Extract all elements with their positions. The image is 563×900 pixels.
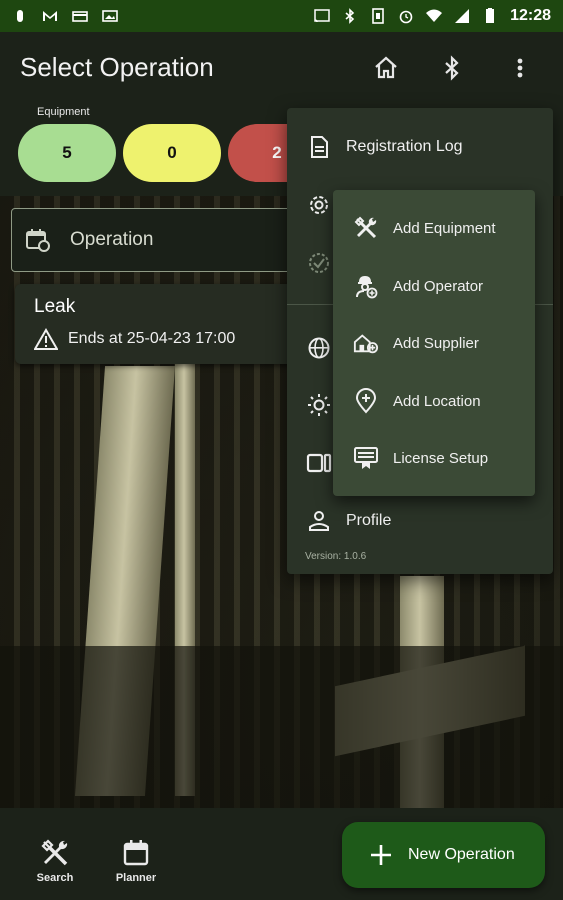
submenu-item-add-equipment[interactable]: Add Equipment [333,202,535,254]
equipment-ok-count[interactable]: 5 [18,124,116,182]
menu-item-profile[interactable]: Profile [287,496,553,546]
gear-icon [310,196,328,214]
operation-end-time: Ends at 25-04-23 17:00 [34,328,235,350]
bluetooth-icon [445,55,459,81]
more-vert-icon [517,58,523,78]
operation-card[interactable]: Leak Ends at 25-04-23 17:00 [15,284,295,364]
add-submenu: Add Equipment Add Operator Add Supplier … [333,190,535,496]
nav-planner-label: Planner [115,872,157,884]
check-circle-icon [309,253,329,273]
screen-icon [102,10,118,22]
nav-search-label: Search [36,872,74,884]
battery-icon [486,8,495,23]
nav-search[interactable]: Search [25,838,85,884]
app-bar: Select Operation [0,32,563,104]
submenu-item-label: Add Supplier [393,334,479,352]
home-icon [375,56,397,79]
submenu-item-add-operator[interactable]: Add Operator [333,260,535,312]
submenu-item-add-supplier[interactable]: Add Supplier [333,317,535,369]
document-icon [311,136,328,158]
page-title: Select Operation [20,52,214,82]
submenu-item-label: Add Location [393,392,481,410]
globe-icon [308,337,330,359]
bluetooth-button[interactable] [438,54,466,82]
tools-icon [41,839,68,866]
status-time: 12:28 [510,7,551,24]
nav-planner[interactable]: Planner [106,838,166,884]
gmail-icon [43,11,57,21]
alarm-icon [399,10,413,24]
submenu-item-license-setup[interactable]: License Setup [333,432,535,484]
submenu-item-label: Add Equipment [393,219,496,237]
camera-icon [306,453,332,473]
tools-icon [354,216,377,239]
person-icon [309,511,329,531]
calendar-icon [123,840,149,866]
operation-title: Leak [34,296,76,317]
operator-add-icon [356,276,378,299]
cast-icon [314,9,330,23]
notification-icon [17,10,23,22]
location-add-icon [355,388,377,414]
sun-icon [308,394,330,416]
equipment-warning-count[interactable]: 0 [123,124,221,182]
license-icon [354,447,378,469]
submenu-item-label: Add Operator [393,277,484,295]
more-options-button[interactable] [506,54,534,82]
status-bar: 12:28 [0,0,563,32]
supplier-add-icon [353,334,379,354]
submenu-item-label: License Setup [393,449,489,467]
warning-icon [34,328,58,350]
home-button[interactable] [372,54,400,82]
menu-item-registration-log[interactable]: Registration Log [287,122,553,172]
submenu-item-add-location[interactable]: Add Location [333,375,535,427]
wifi-icon [426,9,443,22]
equipment-label: Equipment [37,106,90,118]
app-version: Version: 1.0.6 [305,551,367,562]
vibrate-icon [372,8,384,24]
menu-item-label: Profile [346,512,392,529]
new-operation-label: New Operation [408,846,515,863]
calendar-settings-icon [26,229,50,252]
operation-label: Operation [70,229,154,250]
plus-icon [371,845,391,865]
operation-end-text: Ends at 25-04-23 17:00 [68,330,236,347]
card-icon [72,11,88,22]
signal-icon [455,9,470,23]
new-operation-button[interactable]: New Operation [342,822,545,888]
bluetooth-status-icon [345,8,355,24]
menu-item-label: Registration Log [346,138,463,155]
operation-selector[interactable]: Operation [11,208,311,272]
